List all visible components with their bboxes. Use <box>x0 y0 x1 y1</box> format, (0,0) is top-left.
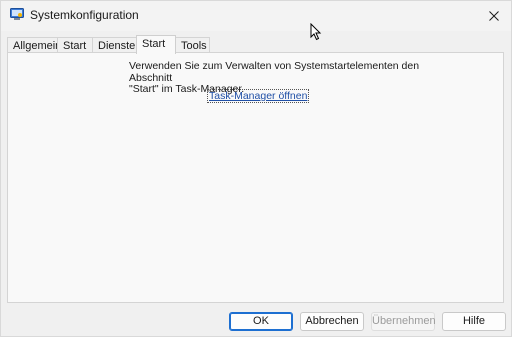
tab-tools[interactable]: Tools <box>175 37 210 53</box>
tab-startup[interactable]: Start <box>136 35 176 54</box>
window-title: Systemkonfiguration <box>30 8 139 22</box>
tab-general[interactable]: Allgemein <box>7 37 61 53</box>
close-button[interactable] <box>477 1 511 31</box>
cancel-button[interactable]: Abbrechen <box>300 312 364 331</box>
tab-services[interactable]: Dienste <box>92 37 137 53</box>
dialog-window: Systemkonfiguration Allgemein Start Dien… <box>0 0 512 337</box>
apply-button[interactable]: Übernehmen <box>371 312 436 331</box>
mouse-cursor-icon <box>310 23 322 41</box>
open-task-manager-link[interactable]: Task-Manager öffnen <box>206 89 310 103</box>
startup-panel: Verwenden Sie zum Verwalten von Systemst… <box>7 52 504 303</box>
ok-button[interactable]: OK <box>229 312 293 331</box>
title-bar[interactable]: Systemkonfiguration <box>1 1 511 31</box>
system-config-icon <box>10 8 24 20</box>
close-icon <box>489 11 499 21</box>
help-button[interactable]: Hilfe <box>442 312 506 331</box>
tab-boot[interactable]: Start <box>57 37 93 53</box>
